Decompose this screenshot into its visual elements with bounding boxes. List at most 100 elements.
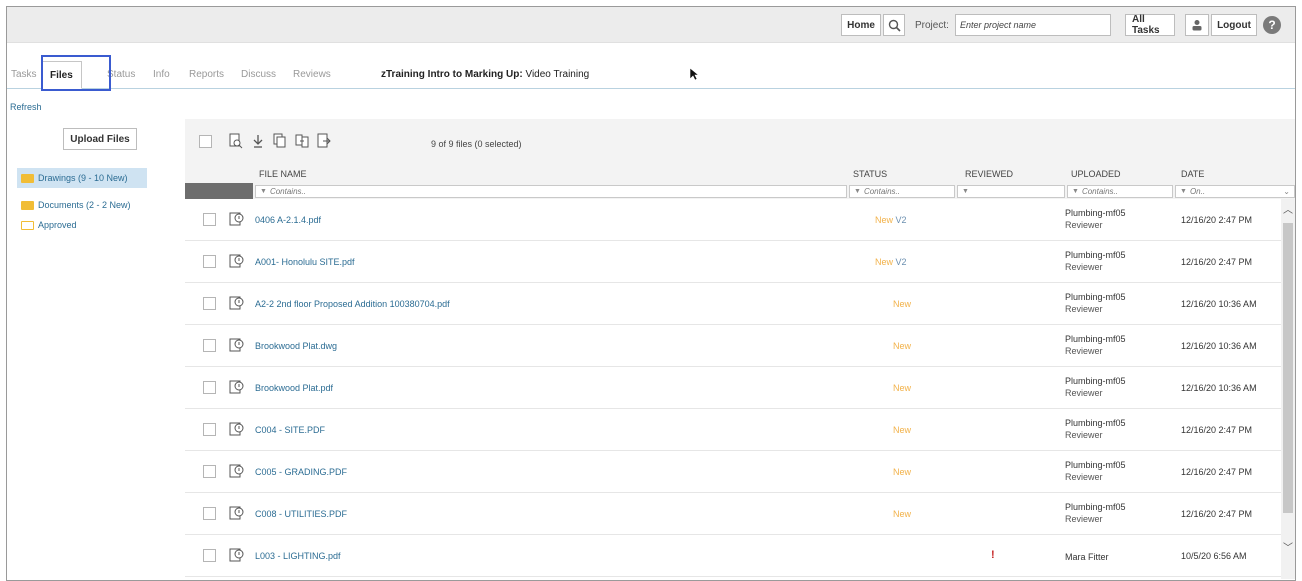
row-checkbox[interactable] <box>203 465 216 478</box>
all-tasks-button[interactable]: All Tasks <box>1125 14 1175 36</box>
filter-reviewed[interactable]: ▼ <box>957 185 1065 198</box>
file-name-link[interactable]: C008 - UTILITIES.PDF <box>255 509 347 519</box>
file-name-link[interactable]: C005 - GRADING.PDF <box>255 467 347 477</box>
folder-documents[interactable]: Documents (2 - 2 New) <box>17 195 135 215</box>
file-name-link[interactable]: Brookwood Plat.dwg <box>255 341 337 351</box>
table-row[interactable]: C005 - GRADING.PDF New Plumbing-mf05 Review… <box>185 451 1281 493</box>
view-document-icon[interactable] <box>229 133 243 149</box>
file-name-link[interactable]: C004 - SITE.PDF <box>255 425 325 435</box>
user-icon <box>1192 20 1202 31</box>
table-row[interactable]: Brookwood Plat.dwg New Plumbing-mf05 Review… <box>185 325 1281 367</box>
table-row[interactable]: A2-2 2nd floor Proposed Addition 1003807… <box>185 283 1281 325</box>
table-row[interactable]: A001- Honolulu SITE.pdf New V2 Plumbing-mf… <box>185 241 1281 283</box>
filter-date[interactable]: ▼ On.. ⌄ <box>1175 185 1295 198</box>
filter-icon: ▼ <box>962 188 969 195</box>
folder-approved[interactable]: Approved <box>17 215 81 235</box>
status-cell: New <box>893 425 911 435</box>
header-date[interactable]: DATE <box>1181 169 1204 179</box>
copy-icon[interactable] <box>273 133 287 149</box>
app-window: Home Project: Enter project name All Tas… <box>6 6 1296 581</box>
logout-button[interactable]: Logout <box>1211 14 1257 36</box>
row-checkbox[interactable] <box>203 213 216 226</box>
tab-files[interactable]: Files <box>41 61 82 89</box>
tab-status[interactable]: Status <box>107 69 135 80</box>
course-subtitle: Video Training <box>525 69 590 80</box>
home-button[interactable]: Home <box>841 14 881 36</box>
select-all-checkbox[interactable] <box>199 135 212 148</box>
compare-icon[interactable] <box>295 133 309 149</box>
view-document-icon[interactable] <box>229 253 245 269</box>
folder-drawings[interactable]: Drawings (9 - 10 New) <box>17 168 147 188</box>
top-bar: Home Project: Enter project name All Tas… <box>7 7 1295 43</box>
filter-icon: ▼ <box>1072 188 1079 195</box>
view-document-icon[interactable] <box>229 463 245 479</box>
refresh-link[interactable]: Refresh <box>10 102 42 112</box>
view-document-icon[interactable] <box>229 505 245 521</box>
scroll-thumb[interactable] <box>1283 223 1293 513</box>
download-icon[interactable] <box>251 133 265 149</box>
filter-file-name[interactable]: ▼ Contains.. <box>255 185 847 198</box>
status-cell: New <box>893 509 911 519</box>
table-row[interactable]: Brookwood Plat.pdf New Plumbing-mf05 Review… <box>185 367 1281 409</box>
file-name-link[interactable]: Brookwood Plat.pdf <box>255 383 333 393</box>
date-cell: 12/16/20 2:47 PM <box>1181 215 1253 225</box>
table-row[interactable]: C004 - SITE.PDF New Plumbing-mf05 Reviewer 1… <box>185 409 1281 451</box>
row-checkbox[interactable] <box>203 423 216 436</box>
project-search-input[interactable]: Enter project name <box>955 14 1111 36</box>
version-badge: V2 <box>895 257 907 267</box>
row-checkbox[interactable] <box>203 507 216 520</box>
file-name-link[interactable]: A001- Honolulu SITE.pdf <box>255 257 355 267</box>
scroll-down-icon[interactable]: ﹀ <box>1283 539 1293 554</box>
file-name-link[interactable]: 0406 A-2.1.4.pdf <box>255 215 321 225</box>
view-document-icon[interactable] <box>229 379 245 395</box>
help-icon[interactable]: ? <box>1263 16 1281 34</box>
upload-files-button[interactable]: Upload Files <box>63 128 137 150</box>
filter-uploaded[interactable]: ▼ Contains.. <box>1067 185 1173 198</box>
table-row[interactable]: 0406 A-2.1.4.pdf New V2 Plumbing-mf05 Revie… <box>185 199 1281 241</box>
tab-tasks[interactable]: Tasks <box>11 69 37 80</box>
uploaded-by: Plumbing-mf05 <box>1065 334 1126 344</box>
header-uploaded[interactable]: UPLOADED <box>1071 169 1121 179</box>
view-document-icon[interactable] <box>229 211 245 227</box>
review-flag-icon[interactable]: ! <box>991 549 995 561</box>
date-cell: 12/16/20 2:47 PM <box>1181 425 1253 435</box>
header-status[interactable]: STATUS <box>853 169 887 179</box>
search-icon <box>888 19 901 32</box>
filter-status[interactable]: ▼ Contains.. <box>849 185 955 198</box>
filter-status-text: Contains.. <box>863 187 900 196</box>
tab-reviews[interactable]: Reviews <box>293 69 331 80</box>
tab-info[interactable]: Info <box>153 69 170 80</box>
uploaded-by: Plumbing-mf05 <box>1065 418 1126 428</box>
uploaded-by: Plumbing-mf05 <box>1065 502 1126 512</box>
folder-empty-icon <box>21 220 34 230</box>
view-document-icon[interactable] <box>229 337 245 353</box>
uploaded-cell: Plumbing-mf05 Reviewer <box>1065 375 1126 399</box>
move-file-icon[interactable] <box>317 133 331 149</box>
scroll-up-icon[interactable]: ︿ <box>1283 201 1293 216</box>
row-checkbox[interactable] <box>203 297 216 310</box>
header-reviewed[interactable]: REVIEWED <box>965 169 1013 179</box>
file-count: 9 of 9 files (0 selected) <box>431 139 522 149</box>
tab-reports[interactable]: Reports <box>189 69 224 80</box>
file-name-link[interactable]: A2-2 2nd floor Proposed Addition 1003807… <box>255 299 450 309</box>
date-cell: 12/16/20 10:36 AM <box>1181 383 1257 393</box>
user-button[interactable] <box>1185 14 1209 36</box>
uploaded-cell: Plumbing-mf05 Reviewer <box>1065 459 1126 483</box>
row-checkbox[interactable] <box>203 255 216 268</box>
table-row[interactable]: C008 - UTILITIES.PDF New Plumbing-mf05 Revi… <box>185 493 1281 535</box>
header-file-name[interactable]: FILE NAME <box>259 169 307 179</box>
search-button[interactable] <box>883 14 905 36</box>
folder-icon <box>21 200 34 210</box>
tab-discuss[interactable]: Discuss <box>241 69 276 80</box>
status-cell: New <box>893 341 911 351</box>
row-checkbox[interactable] <box>203 381 216 394</box>
view-document-icon[interactable] <box>229 547 245 563</box>
row-checkbox[interactable] <box>203 549 216 562</box>
file-name-link[interactable]: L003 - LIGHTING.pdf <box>255 551 341 561</box>
view-document-icon[interactable] <box>229 421 245 437</box>
vertical-scrollbar[interactable]: ︿ ﹀ <box>1281 199 1295 579</box>
uploaded-role: Reviewer <box>1065 514 1103 524</box>
row-checkbox[interactable] <box>203 339 216 352</box>
view-document-icon[interactable] <box>229 295 245 311</box>
table-row[interactable]: L003 - LIGHTING.pdf! Mara Fitter 10/5/20 6… <box>185 535 1281 577</box>
